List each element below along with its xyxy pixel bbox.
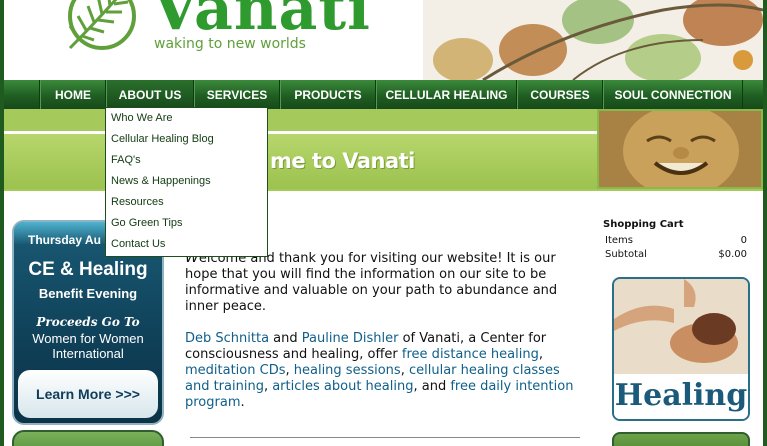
services-paragraph: Deb Schnitta and Pauline Dishler of Vana… — [185, 331, 585, 411]
main-content: Welcome and thank you for visiting our w… — [185, 250, 585, 427]
menu-cellular-healing-blog[interactable]: Cellular Healing Blog — [106, 129, 267, 150]
promo-date: Thursday Au — [28, 233, 101, 247]
menu-who-we-are[interactable]: Who We Are — [106, 108, 267, 129]
shopping-cart: Shopping Cart Items 0 Subtotal $0.00 — [603, 219, 749, 262]
cart-subtotal-label: Subtotal — [605, 249, 647, 260]
promo-org-line2: International — [52, 346, 124, 361]
menu-contact-us[interactable]: Contact Us — [106, 234, 267, 255]
nav-services[interactable]: SERVICES — [194, 80, 280, 109]
cart-items-label: Items — [605, 235, 633, 246]
main-nav: HOME ABOUT US SERVICES PRODUCTS CELLULAR… — [4, 80, 763, 109]
learn-more-button[interactable]: Learn More >>> — [18, 370, 158, 418]
text-and: and — [269, 331, 302, 346]
menu-resources[interactable]: Resources — [106, 192, 267, 213]
link-free-distance-healing[interactable]: free distance healing — [402, 347, 539, 362]
promo-org-line1: Women for Women — [32, 331, 144, 346]
promo-headline: CE & Healing — [28, 259, 148, 280]
text-comma: , — [538, 347, 543, 362]
leaves-art — [423, 0, 763, 80]
cart-items-value: 0 — [740, 235, 747, 246]
nav-cellular-healing[interactable]: CELLULAR HEALING — [376, 80, 517, 109]
healing-card[interactable]: Healing — [612, 277, 750, 421]
second-side-card[interactable] — [612, 432, 750, 446]
text-comma: , — [285, 363, 294, 378]
tagline: waking to new worlds — [154, 36, 306, 52]
text-comma: , — [400, 363, 409, 378]
welcome-title: me to Vanati — [270, 149, 415, 173]
promo-org: Women for Women International — [14, 331, 162, 361]
site-header: Vanati waking to new worlds — [4, 0, 763, 80]
cart-subtotal-value: $0.00 — [718, 249, 747, 260]
second-promo[interactable] — [12, 430, 164, 446]
healing-label: Healing — [614, 374, 748, 419]
link-pauline-dishler[interactable]: Pauline Dishler — [302, 331, 399, 346]
menu-news-happenings[interactable]: News & Happenings — [106, 171, 267, 192]
intro-paragraph: Welcome and thank you for visiting our w… — [185, 250, 585, 315]
text-and-2: , and — [413, 379, 451, 394]
cart-items-row: Items 0 — [603, 234, 749, 248]
intro-text: elcome and thank you for visiting our we… — [185, 251, 558, 314]
text-period: . — [240, 395, 245, 410]
page: Vanati waking to new worlds HOME ABOUT U… — [4, 0, 763, 446]
buddha-image — [597, 109, 763, 189]
nav-spacer — [4, 80, 40, 109]
link-articles-about-healing[interactable]: articles about healing — [272, 379, 413, 394]
promo-subheadline: Benefit Evening — [38, 286, 138, 301]
menu-faqs[interactable]: FAQ's — [106, 150, 267, 171]
nav-courses[interactable]: COURSES — [517, 80, 603, 109]
about-us-dropdown: Who We Are Cellular Healing Blog FAQ's N… — [105, 107, 268, 257]
link-deb-schnitta[interactable]: Deb Schnitta — [185, 331, 269, 346]
text-comma: , — [263, 379, 273, 394]
link-meditation-cds[interactable]: meditation CDs — [185, 363, 285, 378]
nav-tail — [743, 80, 763, 109]
promo-proceeds: Proceeds Go To — [36, 315, 140, 329]
content-divider — [190, 437, 580, 438]
fern-leaf-icon — [68, 0, 136, 50]
menu-go-green-tips[interactable]: Go Green Tips — [106, 213, 267, 234]
cart-title[interactable]: Shopping Cart — [603, 219, 749, 230]
healing-photo — [614, 279, 748, 374]
nav-products[interactable]: PRODUCTS — [280, 80, 376, 109]
cart-subtotal-row: Subtotal $0.00 — [603, 248, 749, 262]
link-healing-sessions[interactable]: healing sessions — [294, 363, 401, 378]
nav-soul-connection[interactable]: SOUL CONNECTION — [603, 80, 743, 109]
buddha-face-icon — [599, 111, 761, 187]
nav-about-us[interactable]: ABOUT US — [106, 80, 194, 109]
nav-home[interactable]: HOME — [40, 80, 106, 109]
